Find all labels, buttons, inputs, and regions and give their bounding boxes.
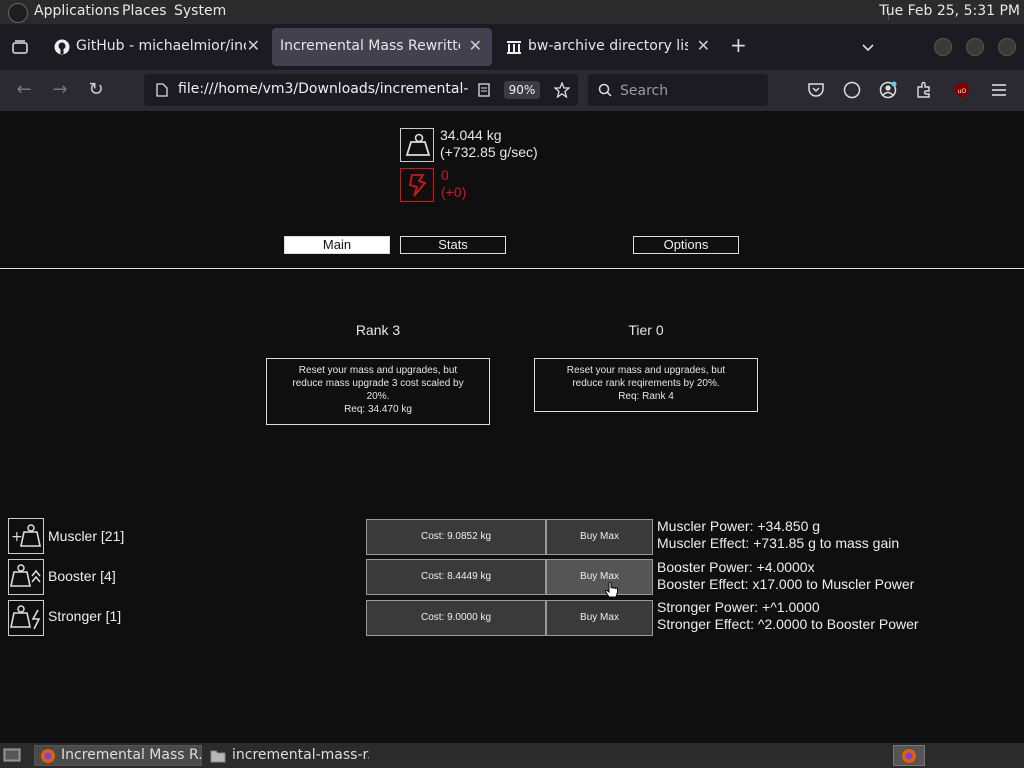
stronger-buy-button[interactable]: Cost: 9.0000 kg [366, 600, 546, 636]
search-input[interactable] [618, 80, 762, 102]
container-circle-icon[interactable] [843, 81, 861, 99]
muscler-label: Muscler [21] [48, 528, 125, 544]
booster-icon [8, 559, 44, 595]
folder-icon [210, 750, 226, 763]
stronger-icon [8, 600, 44, 636]
zoom-level-badge[interactable]: 90% [504, 81, 540, 99]
svg-text:uO: uO [958, 88, 967, 95]
extensions-puzzle-icon[interactable] [915, 81, 933, 99]
file-icon [156, 83, 168, 97]
workspace-switcher[interactable] [893, 745, 925, 766]
minimize-button[interactable] [934, 38, 952, 56]
booster-buy-max-button[interactable]: Buy Max [546, 559, 653, 595]
tier-title: Tier 0 [628, 322, 664, 338]
tab-bw-archive[interactable]: bw-archive directory listing ✕ [496, 28, 720, 66]
muscler-buy-button[interactable]: Cost: 9.0852 kg [366, 519, 546, 555]
top-panel: Applications Places System Tue Feb 25, 5… [0, 0, 1024, 24]
maximize-button[interactable] [966, 38, 984, 56]
clock[interactable]: Tue Feb 25, 5:31 PM [879, 3, 1020, 19]
rage-amount: 0 [441, 167, 449, 183]
show-desktop-icon[interactable] [3, 748, 21, 764]
firefox-icon [902, 749, 916, 763]
url-bar[interactable]: file:///home/vm3/Downloads/incremental-m… [144, 74, 578, 106]
stronger-power: Stronger Power: +^1.0000 [657, 599, 820, 615]
close-window-button[interactable] [998, 38, 1016, 56]
system-logo-icon[interactable] [8, 3, 28, 23]
stronger-label: Stronger [1] [48, 608, 122, 624]
divider [0, 268, 1024, 269]
task-firefox[interactable]: Incremental Mass R... [34, 745, 202, 766]
muscler-effect: Muscler Effect: +731.85 g to mass gain [657, 535, 900, 551]
menu-places[interactable]: Places [122, 3, 167, 19]
chevron-down-icon[interactable] [860, 40, 876, 56]
back-arrow-icon[interactable]: ← [12, 78, 36, 102]
account-icon[interactable] [879, 81, 897, 99]
rank-title: Rank 3 [355, 322, 401, 338]
muscler-buy-max-button[interactable]: Buy Max [546, 519, 653, 555]
github-icon [54, 39, 70, 55]
rank-reset-desc: Reset your mass and upgrades, but reduce… [292, 365, 464, 402]
tab-incremental-mass[interactable]: Incremental Mass Rewritten ✕ [272, 28, 492, 66]
rage-power-icon [400, 168, 434, 202]
tab-github[interactable]: GitHub - michaelmior/increr ✕ [44, 28, 270, 66]
task-file-manager[interactable]: incremental-mass-r... [205, 745, 370, 766]
stronger-effect: Stronger Effect: ^2.0000 to Booster Powe… [657, 616, 919, 632]
menu-applications[interactable]: Applications [34, 3, 120, 19]
tab-label: Incremental Mass Rewritten [280, 38, 460, 54]
close-icon[interactable]: ✕ [469, 36, 482, 55]
tab-label: bw-archive directory listing [528, 38, 688, 54]
firefox-icon [41, 749, 55, 763]
search-icon [598, 83, 612, 97]
archive-icon [507, 41, 521, 54]
tab-stats[interactable]: Stats [400, 236, 506, 254]
booster-buy-button[interactable]: Cost: 8.4449 kg [366, 559, 546, 595]
url-text[interactable]: file:///home/vm3/Downloads/incremental-m… [178, 81, 468, 97]
search-box[interactable] [588, 74, 768, 106]
ublock-origin-icon[interactable]: uO [953, 81, 971, 99]
close-icon[interactable]: ✕ [247, 36, 260, 55]
hand-cursor-icon [604, 582, 618, 598]
booster-effect: Booster Effect: x17.000 to Muscler Power [657, 576, 915, 592]
tab-strip: GitHub - michaelmior/increr ✕ Incrementa… [0, 24, 1024, 70]
menu-system[interactable]: System [174, 3, 226, 19]
tab-overview-icon[interactable] [12, 40, 28, 54]
tier-reset-req: Req: Rank 4 [618, 391, 674, 402]
reload-icon[interactable]: ↻ [84, 78, 108, 102]
tab-label: GitHub - michaelmior/increr [76, 38, 246, 54]
muscler-icon: + [8, 518, 44, 554]
tier-reset-button[interactable]: Reset your mass and upgrades, but reduce… [534, 358, 758, 412]
booster-label: Booster [4] [48, 568, 116, 584]
tier-reset-desc: Reset your mass and upgrades, but reduce… [566, 365, 726, 389]
mass-rate: (+732.85 g/sec) [440, 144, 538, 160]
hamburger-menu-icon[interactable] [991, 83, 1007, 97]
bookmark-star-icon[interactable] [554, 82, 570, 98]
game-page: 34.044 kg (+732.85 g/sec) 0 (+0) Main St… [0, 111, 1024, 743]
pocket-icon[interactable] [807, 82, 825, 98]
reader-view-icon[interactable] [478, 83, 490, 97]
task-label: incremental-mass-r... [232, 747, 370, 763]
tab-options[interactable]: Options [633, 236, 739, 254]
taskbar: Incremental Mass R... incremental-mass-r… [0, 743, 1024, 768]
stronger-buy-max-button[interactable]: Buy Max [546, 600, 653, 636]
nav-bar: ← → ↻ file:///home/vm3/Downloads/increme… [0, 70, 1024, 111]
rank-reset-req: Req: 34.470 kg [344, 404, 412, 415]
tab-main[interactable]: Main [284, 236, 390, 254]
task-label: Incremental Mass R... [61, 747, 202, 763]
forward-arrow-icon[interactable]: → [48, 78, 72, 102]
new-tab-plus-icon[interactable]: + [730, 33, 747, 57]
rage-rate: (+0) [441, 184, 467, 200]
close-icon[interactable]: ✕ [697, 36, 710, 55]
booster-power: Booster Power: +4.0000x [657, 559, 815, 575]
mass-amount: 34.044 kg [440, 127, 502, 143]
muscler-power: Muscler Power: +34.850 g [657, 518, 821, 534]
mass-weight-icon [400, 128, 434, 162]
rank-reset-button[interactable]: Reset your mass and upgrades, but reduce… [266, 358, 490, 425]
